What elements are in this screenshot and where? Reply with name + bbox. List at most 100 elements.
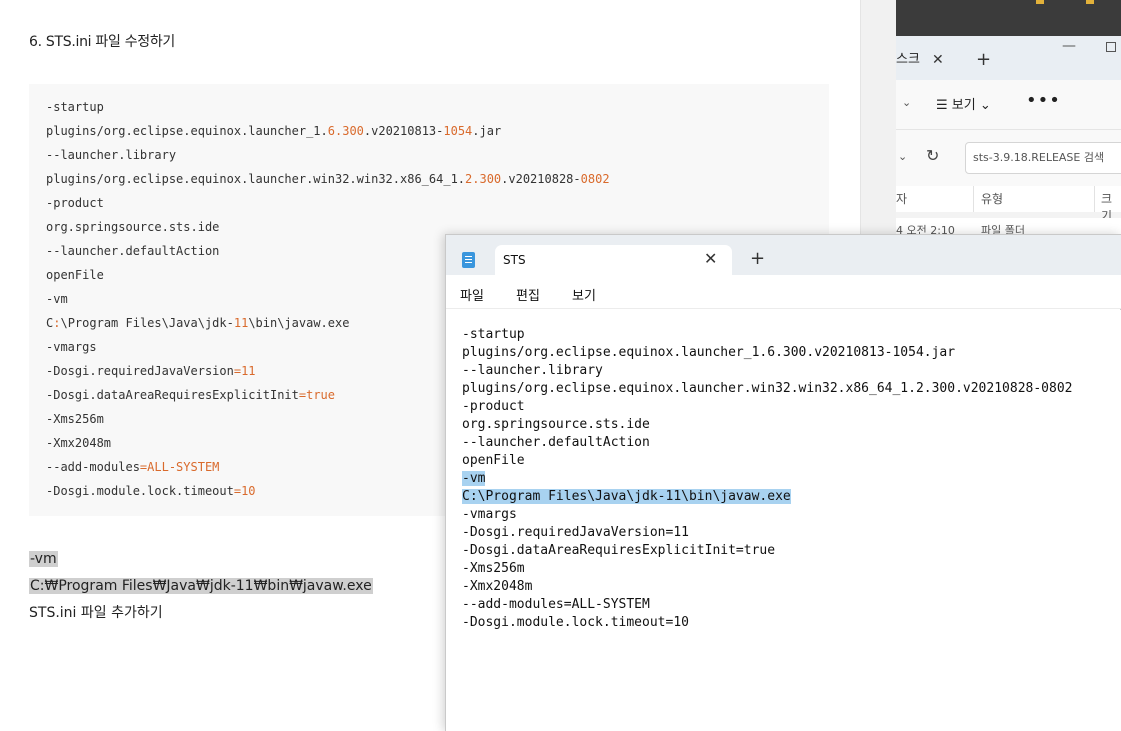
chevron-down-icon[interactable]: ⌄ (898, 150, 907, 163)
editor-line-text: -vmargs (462, 507, 517, 522)
column-separator[interactable] (973, 186, 974, 212)
code-line: -Dosgi.module.lock.timeout=10 (46, 483, 256, 499)
code-token: .v20210813- (363, 124, 444, 138)
close-icon[interactable]: ✕ (704, 249, 717, 268)
editor-line-text: -Dosgi.module.lock.timeout=10 (462, 615, 689, 630)
code-token: plugins/org.eclipse.equinox.launcher.win… (46, 172, 466, 186)
column-type[interactable]: 유형 (981, 190, 1003, 207)
code-token: -Dosgi.dataAreaRequiresExplicitInit (46, 388, 299, 402)
view-menu-button[interactable]: ☰ 보기 ⌄ (936, 94, 991, 113)
editor-line-text: -product (462, 399, 525, 414)
editor-line: C:\Program Files\Java\jdk-11\bin\javaw.e… (462, 488, 791, 506)
minimize-button[interactable]: — (1062, 38, 1076, 54)
code-line: -product (46, 195, 104, 211)
editor-line-text: -startup (462, 327, 525, 342)
editor-line-text: -Xmx2048m (462, 579, 533, 594)
notepad-titlebar[interactable]: STS ✕ + (446, 235, 1121, 275)
maximize-button[interactable] (1106, 42, 1116, 52)
editor-line: -Dosgi.requiredJavaVersion=11 (462, 524, 689, 542)
editor-line: org.springsource.sts.ide (462, 416, 650, 434)
code-token: -Dosgi.requiredJavaVersion (46, 364, 234, 378)
editor-line-text: -Dosgi.dataAreaRequiresExplicitInit=true (462, 543, 776, 558)
editor-line: -product (462, 398, 525, 416)
editor-line-text: openFile (462, 453, 525, 468)
new-tab-button[interactable]: + (976, 46, 991, 74)
folder-icon (1086, 0, 1094, 4)
editor-line-text: plugins/org.eclipse.equinox.launcher_1.6… (462, 345, 956, 360)
column-separator[interactable] (1094, 186, 1095, 212)
code-token: \Program Files\Java\jdk- (60, 316, 234, 330)
editor-line: plugins/org.eclipse.equinox.launcher_1.6… (462, 344, 955, 362)
notepad-tab[interactable]: STS ✕ (495, 245, 732, 275)
code-line: --launcher.library (46, 147, 176, 163)
note-vm-line: -vm (29, 546, 58, 572)
code-token: -Dosgi.module.lock.timeout (46, 484, 234, 498)
code-line: -Xms256m (46, 411, 104, 427)
editor-line: plugins/org.eclipse.equinox.launcher.win… (462, 380, 1072, 398)
explorer-tab[interactable]: 스크 (896, 46, 920, 74)
menu-bar: 파일 편집 보기 (446, 275, 1121, 309)
search-input[interactable]: sts-3.9.18.RELEASE 검색 (965, 142, 1121, 174)
file-list-header: 자 유형 크기 (896, 186, 1121, 223)
editor-line-text: --add-modules=ALL-SYSTEM (462, 597, 650, 612)
code-line: --launcher.defaultAction (46, 243, 219, 259)
code-token: -vm (46, 292, 68, 306)
code-line: C:\Program Files\Java\jdk-11\bin\javaw.e… (46, 315, 349, 331)
editor-line: -Dosgi.module.lock.timeout=10 (462, 614, 689, 632)
taskbar-strip (896, 0, 1121, 36)
note-path-line: C:₩Program Files₩Java₩jdk-11₩bin₩javaw.e… (29, 573, 373, 599)
text-editor[interactable]: -startup plugins/org.eclipse.equinox.laun… (446, 310, 1121, 731)
editor-line-text: -vm (462, 471, 486, 486)
explorer-tab-bar: 스크 ✕ + (896, 36, 1121, 80)
notepad-icon (462, 252, 475, 268)
editor-line: -startup (462, 326, 525, 344)
editor-line-text: --launcher.defaultAction (462, 435, 650, 450)
code-token: --launcher.library (46, 148, 177, 162)
code-token: =ALL-SYSTEM (139, 460, 220, 474)
editor-line: -Xms256m (462, 560, 525, 578)
code-line: -startup (46, 99, 104, 115)
more-options-button[interactable]: ••• (1026, 90, 1061, 111)
editor-line: -Dosgi.dataAreaRequiresExplicitInit=true (462, 542, 775, 560)
folder-icon (1036, 0, 1044, 4)
code-token: --launcher.defaultAction (46, 244, 220, 258)
code-line: org.springsource.sts.ide (46, 219, 219, 235)
code-line: --add-modules=ALL-SYSTEM (46, 459, 219, 475)
code-token: -Xmx2048m (46, 436, 112, 450)
code-token: .jar (472, 124, 502, 138)
code-token: -vmargs (46, 340, 97, 354)
code-token: --add-modules (46, 460, 140, 474)
code-token: 2.300 (465, 172, 502, 186)
menu-edit[interactable]: 편집 (516, 285, 540, 304)
code-token: 1054 (443, 124, 473, 138)
chevron-down-icon[interactable]: ⌄ (902, 96, 911, 109)
code-token: plugins/org.eclipse.equinox.launcher_1. (46, 124, 328, 138)
code-token: -product (46, 196, 104, 210)
editor-line: openFile (462, 452, 525, 470)
code-line: plugins/org.eclipse.equinox.launcher_1.6… (46, 123, 501, 139)
address-bar: ⌄ ↻ sts-3.9.18.RELEASE 검색 (896, 130, 1121, 186)
menu-file[interactable]: 파일 (460, 285, 484, 304)
column-date[interactable]: 자 (896, 190, 907, 207)
editor-line-text: C:\Program Files\Java\jdk-11\bin\javaw.e… (462, 489, 791, 504)
code-line: -Dosgi.dataAreaRequiresExplicitInit=true (46, 387, 335, 403)
code-token: 0802 (580, 172, 610, 186)
code-line: openFile (46, 267, 104, 283)
editor-line: --launcher.defaultAction (462, 434, 650, 452)
highlighted-text: C:₩Program Files₩Java₩jdk-11₩bin₩javaw.e… (29, 578, 373, 594)
code-line: -vmargs (46, 339, 97, 355)
explorer-toolbar: ⌄ ☰ 보기 ⌄ ••• (896, 80, 1121, 130)
close-icon[interactable]: ✕ (932, 46, 944, 74)
new-tab-button[interactable]: + (750, 248, 765, 269)
menu-view[interactable]: 보기 (572, 285, 596, 304)
code-token: -startup (46, 100, 104, 114)
code-token: -Xms256m (46, 412, 104, 426)
code-token: org.springsource.sts.ide (46, 220, 220, 234)
code-token: .v20210828- (501, 172, 581, 186)
code-line: -Dosgi.requiredJavaVersion=11 (46, 363, 256, 379)
code-token: \bin\javaw.exe (248, 316, 350, 330)
notepad-window: STS ✕ + 파일 편집 보기 -startup plugins/org.ecl… (445, 234, 1121, 731)
editor-line-text: org.springsource.sts.ide (462, 417, 650, 432)
editor-line-text: plugins/org.eclipse.equinox.launcher.win… (462, 381, 1073, 396)
refresh-icon[interactable]: ↻ (926, 146, 939, 165)
